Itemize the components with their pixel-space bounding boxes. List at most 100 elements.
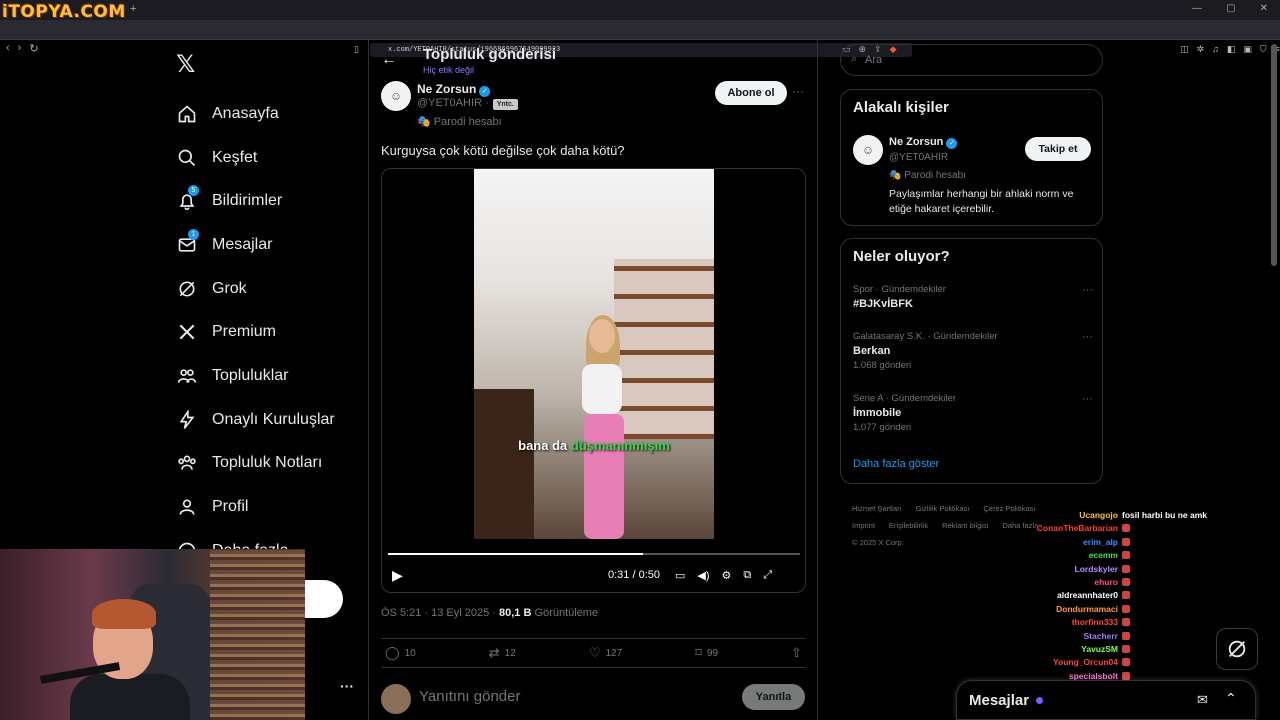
related-name[interactable]: Ne Zorsun ✓ (889, 136, 958, 149)
search-input[interactable]: ⌕ Ara (840, 44, 1103, 76)
community-name[interactable]: Hiç etik değil (423, 65, 474, 75)
account-more-icon[interactable]: ··· (340, 678, 354, 694)
video-counter (474, 389, 534, 539)
subscribe-button[interactable]: Abone ol (715, 81, 787, 105)
new-message-icon[interactable]: ✉ (1197, 692, 1208, 708)
wallet-icon[interactable]: ▣ (1243, 44, 1252, 55)
repost-count: 12 (504, 647, 516, 659)
grok-float-button[interactable] (1216, 628, 1258, 670)
bookmark-icon[interactable]: ▯ (354, 44, 359, 55)
chat-message: erim_alp (1083, 537, 1130, 547)
nav-item-verified-orgs[interactable]: Onaylı Kuruluşlar (176, 398, 335, 442)
reply-submit-button[interactable]: Yanıtla (742, 684, 805, 710)
back-arrow-icon[interactable]: ← (381, 51, 397, 69)
new-tab-button[interactable]: + (130, 3, 136, 15)
screenshot-icon[interactable]: ◫ (1180, 44, 1189, 55)
nav-item-profile[interactable]: Profil (176, 485, 335, 529)
trend-more-icon[interactable]: ··· (1082, 284, 1093, 296)
trend-item[interactable]: Spor · Gündemdekiler #BJKvİBFK ··· (853, 284, 1093, 310)
volume-icon[interactable]: ◀) (697, 569, 709, 582)
nav-item-premium[interactable]: Premium (176, 310, 335, 354)
nav-item-home[interactable]: Anasayfa (176, 92, 335, 136)
emote-icon (1122, 524, 1130, 533)
nav-item-community-notes[interactable]: Topluluk Notları (176, 442, 335, 486)
trend-title: İmmobile (853, 407, 902, 419)
nav-item-explore[interactable]: Keşfet (176, 136, 335, 180)
x-logo-icon[interactable]: 𝕏 (176, 50, 195, 79)
emote-icon (1122, 578, 1130, 586)
expand-icon[interactable]: ⌃ (1225, 690, 1237, 707)
close-icon[interactable]: ✕ (1260, 3, 1268, 14)
related-handle[interactable]: @YET0AHIR (889, 152, 948, 163)
follow-button[interactable]: Takip et (1025, 137, 1091, 161)
sidebar-icon[interactable]: ◧ (1227, 44, 1236, 55)
tweet-more-icon[interactable]: ··· (792, 84, 804, 98)
copyright: © 2025 X Corp. (852, 538, 904, 547)
messages-title: Mesajlar (969, 692, 1030, 709)
window-controls: — ▢ ✕ (1192, 3, 1268, 14)
minimize-icon[interactable]: — (1192, 3, 1202, 14)
tweet-timestamp[interactable]: ÖS 5:21 · 13 Eyl 2025 · (381, 607, 499, 619)
related-avatar[interactable]: ☺ (853, 135, 883, 165)
nav-item-communities[interactable]: Topluluklar (176, 354, 335, 398)
bolt-icon (176, 409, 198, 431)
show-more-link[interactable]: Daha fazla göster (853, 458, 939, 470)
tweet-meta: ÖS 5:21 · 13 Eyl 2025 · 80,1 B Görüntüle… (381, 607, 598, 619)
chat-message: Ucangojo fosil harbi bu ne amk (1079, 510, 1207, 520)
video-progress-bar[interactable] (388, 553, 800, 555)
nav-item-notifications[interactable]: 5 Bildirimler (176, 179, 335, 223)
chat-message: aldreannhater0 (1057, 590, 1130, 600)
footer-link[interactable]: Imprint (852, 521, 875, 530)
author-avatar[interactable]: ☺ (381, 81, 411, 111)
footer-link[interactable]: Hizmet Şartları (852, 504, 902, 513)
footer-link[interactable]: Çerez Politikası (983, 504, 1035, 513)
extensions-icon[interactable]: ✲ (1197, 44, 1205, 55)
nav-item-messages[interactable]: 1 Mesajlar (176, 223, 335, 267)
chat-username: thorfinn333 (1071, 617, 1118, 628)
trend-context: Galatasaray S.K. · Gündemdekiler (853, 331, 998, 342)
bookmark-button[interactable]: ⌑ 99 (695, 645, 718, 661)
nav-label: Topluluklar (212, 366, 289, 384)
footer-link[interactable]: Reklam bilgisi (942, 521, 988, 530)
chat-message: Young_Orcun04 (1053, 657, 1130, 667)
trend-item[interactable]: Serie A · Gündemdekiler İmmobile 1.077 g… (853, 393, 1093, 433)
trend-more-icon[interactable]: ··· (1082, 393, 1093, 405)
reply-button[interactable]: ◯ 10 (385, 645, 416, 661)
author-handle[interactable]: @YET0AHIR · Yntc. (417, 97, 518, 110)
author-name[interactable]: Ne Zorsun ✓ (417, 82, 491, 97)
nav-item-grok[interactable]: Grok (176, 267, 335, 311)
nav-label: Grok (212, 279, 247, 297)
bookmark-count: 99 (706, 647, 718, 659)
settings-icon[interactable]: ⚙ (722, 569, 732, 582)
repost-button[interactable]: ⇄ 12 (489, 645, 516, 661)
share-button[interactable]: ⇧ (791, 645, 802, 661)
reply-input[interactable]: Yanıtını gönder (419, 688, 520, 705)
captions-icon[interactable]: ▭ (675, 569, 685, 582)
trend-more-icon[interactable]: ··· (1082, 331, 1093, 343)
messages-drawer[interactable]: Mesajlar ✉ ⌃ (956, 680, 1256, 720)
video-player[interactable]: bana da düşmanınmışım ▶ 0:31 / 0:50 ▭ ◀)… (381, 168, 806, 593)
fullscreen-icon[interactable]: ⤢ (763, 569, 772, 582)
my-avatar[interactable] (381, 684, 411, 714)
search-icon: ⌕ (851, 53, 858, 65)
reload-icon[interactable]: ↻ (29, 42, 38, 55)
forward-icon[interactable]: › (18, 42, 22, 55)
page-scrollbar[interactable] (1271, 44, 1277, 266)
footer-link[interactable]: Erişilebilirlik (889, 521, 928, 530)
music-icon[interactable]: ♫ (1212, 44, 1219, 55)
play-icon[interactable]: ▶ (392, 567, 403, 584)
browser-nav: ‹ › ↻ (6, 42, 39, 55)
caption-part-2: düşmanınmışım (570, 438, 670, 453)
trend-item[interactable]: Galatasaray S.K. · Gündemdekiler Berkan … (853, 331, 1093, 371)
popout-icon[interactable]: ⧉ (743, 569, 751, 582)
related-parody: 🎭 Parodi hesabı (889, 170, 966, 181)
footer-link[interactable]: Gizlilik Politikası (916, 504, 970, 513)
like-button[interactable]: ♡ 127 (589, 645, 622, 661)
maximize-icon[interactable]: ▢ (1226, 3, 1235, 14)
video-progress-fill (388, 553, 644, 555)
vpn-icon[interactable]: ⛉ (1260, 44, 1267, 55)
chat-username: erim_alp (1083, 536, 1118, 547)
back-icon[interactable]: ‹ (6, 42, 10, 55)
post-button[interactable] (300, 580, 343, 618)
handle-separator: · (485, 97, 489, 109)
